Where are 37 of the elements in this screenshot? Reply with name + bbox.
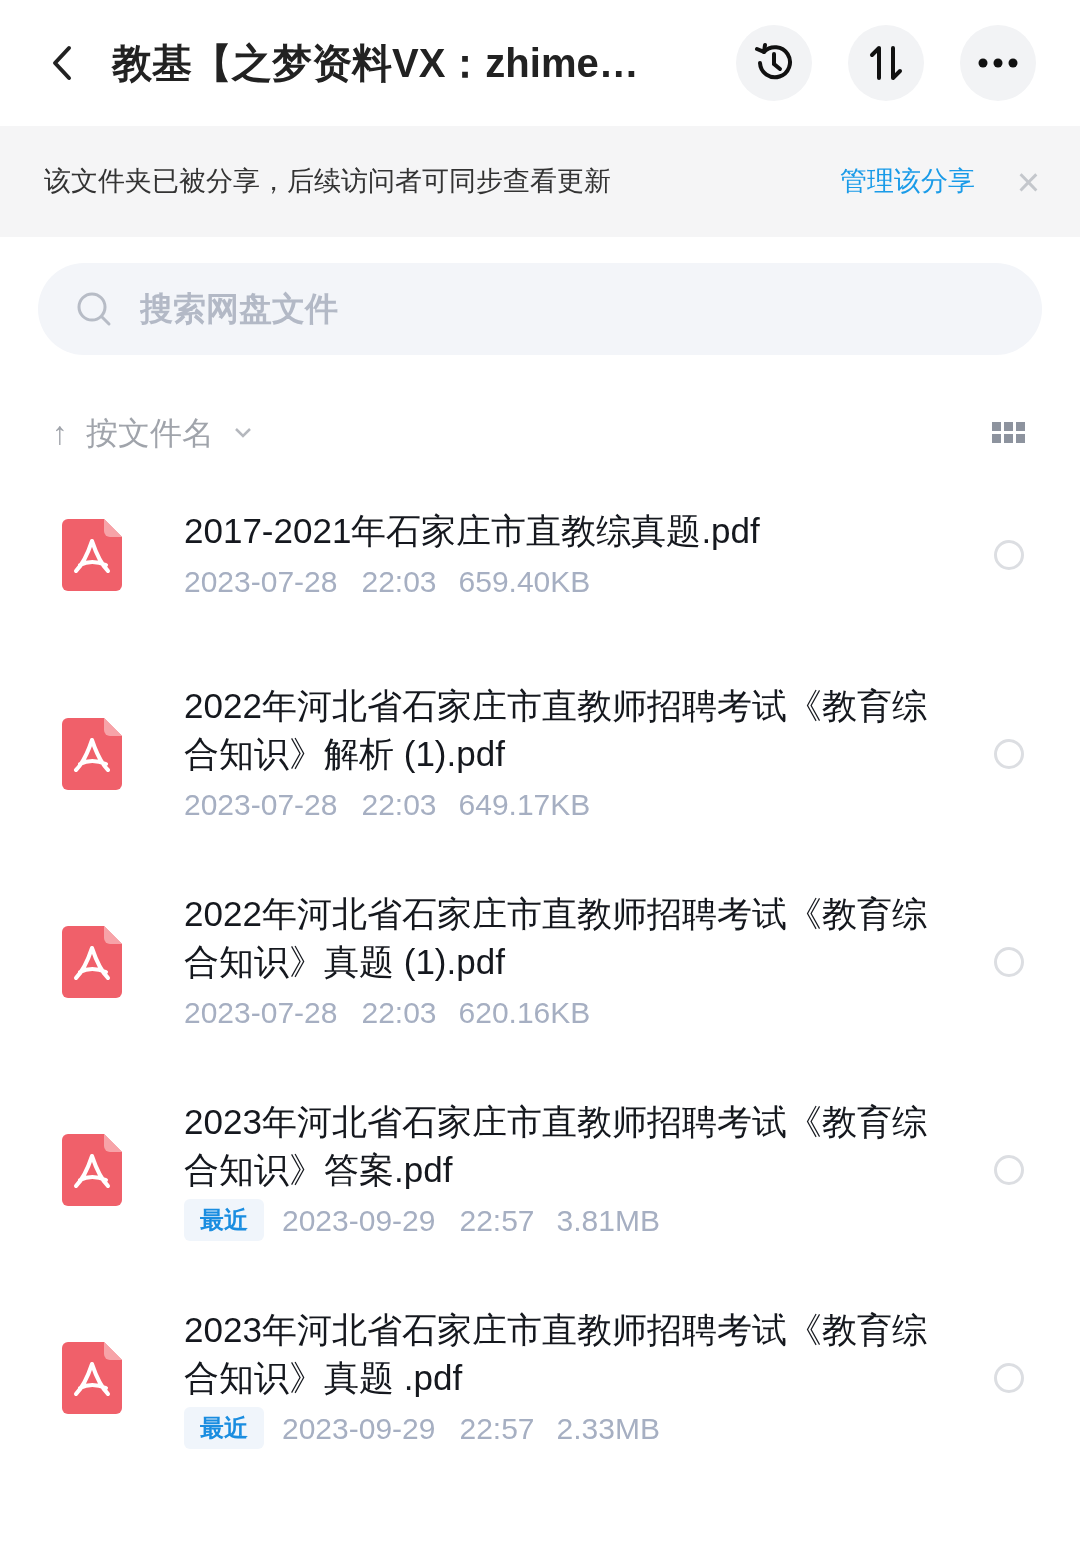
file-date: 2023-07-28 [184,563,338,600]
file-date: 2023-07-28 [184,786,338,823]
select-radio[interactable] [994,540,1024,570]
select-radio[interactable] [994,947,1024,977]
select-radio[interactable] [994,1363,1024,1393]
file-size: 620.16KB [458,994,591,1031]
file-date: 2023-07-28 [184,994,338,1031]
pdf-file-icon [62,1342,122,1414]
file-name[interactable]: 2023年河北省石家庄市直教师招聘考试《教育综合知识》答案.pdf [184,1097,932,1194]
recent-tag: 最近 [184,1199,264,1241]
file-time: 22:03 [361,994,437,1031]
file-time: 22:57 [459,1410,535,1447]
select-radio[interactable] [994,1155,1024,1185]
search-icon [76,291,112,327]
file-time: 22:03 [361,786,437,823]
file-name[interactable]: 2017-2021年石家庄市直教综真题.pdf [184,506,932,555]
file-size: 3.81MB [556,1202,660,1239]
select-radio[interactable] [994,739,1024,769]
pdf-file-icon [62,718,122,790]
recent-tag: 最近 [184,1407,264,1449]
file-name[interactable]: 2023年河北省石家庄市直教师招聘考试《教育综合知识》真题 .pdf [184,1305,932,1402]
pdf-file-icon [62,1134,122,1206]
folder-title: 教基【之梦资料VX：zhime… [112,40,640,87]
file-time: 22:57 [459,1202,535,1239]
share-notice: 该文件夹已被分享，后续访问者可同步查看更新 [44,165,612,199]
file-size: 2.33MB [556,1410,660,1447]
file-name[interactable]: 2022年河北省石家庄市直教师招聘考试《教育综合知识》解析 (1).pdf [184,681,932,778]
chevron-down-icon [234,426,252,439]
pdf-file-icon [62,926,122,998]
file-name[interactable]: 2022年河北省石家庄市直教师招聘考试《教育综合知识》真题 (1).pdf [184,889,932,986]
file-time: 22:03 [361,563,437,600]
grid-view-icon[interactable] [992,421,1026,444]
pdf-file-icon [62,519,122,591]
file-date: 2023-09-29 [282,1202,436,1239]
file-date: 2023-09-29 [282,1410,436,1447]
file-size: 649.17KB [458,786,591,823]
file-size: 659.40KB [458,563,591,600]
